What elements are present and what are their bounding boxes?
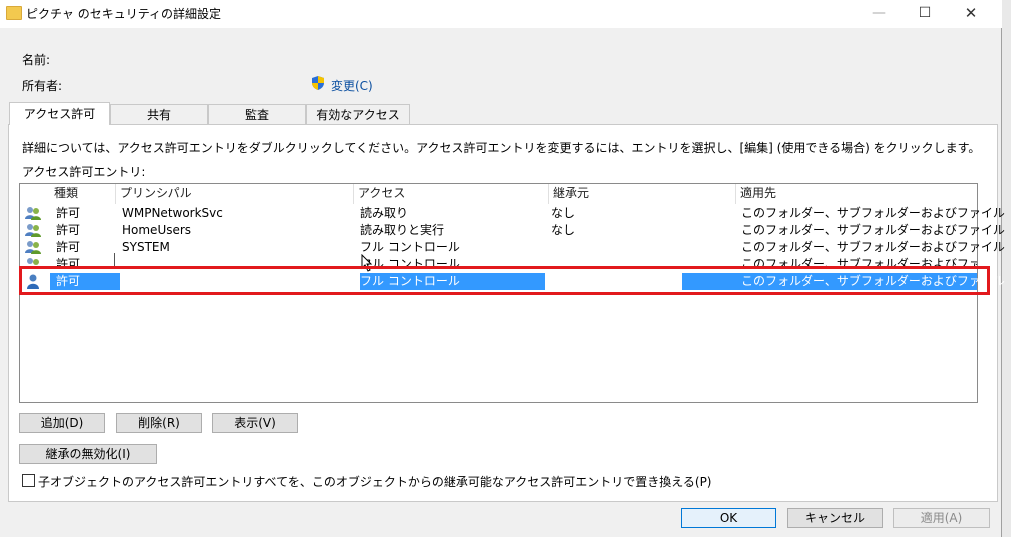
replace-child-permissions-label: 子オブジェクトのアクセス許可エントリすべてを、このオブジェクトからの継承可能なア… [38,475,712,489]
change-owner-link[interactable]: 変更(C) [331,77,373,94]
ok-button[interactable]: OK [681,508,776,528]
apply-button[interactable]: 適用(A) [893,508,990,528]
entry-access: 読み取りと実行 [360,223,445,237]
entry-applies-to: このフォルダー、サブフォルダーおよびファイル [741,223,1005,237]
maximize-button[interactable]: ☐ [902,0,948,28]
cancel-button[interactable]: キャンセル [787,508,883,528]
replace-child-permissions-checkbox[interactable] [22,474,35,487]
group-icon [26,258,39,267]
tab-effective-access[interactable]: 有効なアクセス [306,104,410,124]
entry-principal: WMPNetworkSvc [122,206,223,220]
name-label: 名前: [22,53,51,67]
table-row[interactable]: 許可 HomeUsers 読み取りと実行 なし このフォルダー、サブフォルダーお… [20,222,1005,239]
entry-type: 許可 [56,223,81,237]
tab-auditing[interactable]: 監査 [208,104,306,124]
entry-applies-to: このフォルダー、サブフォルダーおよびファイル [741,206,1005,220]
table-row[interactable]: 許可 SYSTEM フル コントロール このフォルダー、サブフォルダーおよびファ… [20,239,1005,256]
entry-inherited: なし [551,206,576,220]
table-row[interactable]: 許可 WMPNetworkSvc 読み取り なし このフォルダー、サブフォルダー… [20,205,1005,222]
close-button[interactable]: ✕ [948,0,994,28]
user-icon [27,274,39,289]
owner-label: 所有者: [22,79,63,93]
window-title: ピクチャ のセキュリティの詳細設定 [26,7,221,21]
instructions-text: 詳細については、アクセス許可エントリをダブルクリックしてください。アクセス許可エ… [22,141,981,155]
minimize-button[interactable]: — [856,0,902,28]
table-row[interactable]: 許可 フル コントロール このフォルダー、サブフォルダーおよびファイル [20,256,977,267]
column-type[interactable]: 種類 [50,184,116,204]
tab-sharing[interactable]: 共有 [110,104,208,124]
group-icon [25,224,41,237]
view-button[interactable]: 表示(V) [212,413,298,433]
group-icon [25,207,41,220]
entry-applies-to: このフォルダー、サブフォルダーおよびファイル [741,257,977,267]
entry-applies-to: このフォルダー、サブフォルダーおよびファイル [682,273,1005,290]
entry-type: 許可 [56,206,81,220]
column-access[interactable]: アクセス [354,184,549,204]
column-inherited-from[interactable]: 継承元 [549,184,736,204]
entry-type: 許可 [56,240,81,254]
add-button[interactable]: 追加(D) [19,413,105,433]
entry-principal: SYSTEM [122,240,170,254]
advanced-security-dialog: ピクチャ のセキュリティの詳細設定 — ☐ ✕ 名前: 所有者: 変更(C) ア… [0,0,1005,537]
tab-permissions[interactable]: アクセス許可 [9,102,110,125]
table-row-selected[interactable]: 許可 フル コントロール このフォルダー、サブフォルダーおよびファイル [20,273,1005,290]
entry-access: フル コントロール [360,273,545,290]
disable-inheritance-button[interactable]: 継承の無効化(I) [19,444,157,464]
entry-applies-to: このフォルダー、サブフォルダーおよびファイル [741,240,1005,254]
remove-button[interactable]: 削除(R) [116,413,202,433]
entry-type: 許可 [56,257,81,267]
title-bar: ピクチャ のセキュリティの詳細設定 — ☐ ✕ [0,0,1002,28]
permission-entries-list[interactable]: 種類 プリンシパル アクセス 継承元 適用先 許可 WMPNetworkSvc … [19,183,1005,403]
group-icon [25,241,41,254]
uac-shield-icon [312,76,324,90]
entry-principal: HomeUsers [122,223,192,237]
text-caret [114,253,115,267]
entry-type: 許可 [50,273,120,290]
column-applies-to[interactable]: 適用先 [736,184,977,204]
column-principal[interactable]: プリンシパル [116,184,354,204]
entries-label: アクセス許可エントリ: [22,165,146,179]
entry-inherited: なし [551,223,576,237]
mouse-cursor-icon [361,254,373,272]
folder-icon [6,6,22,20]
entry-access: 読み取り [360,206,409,220]
